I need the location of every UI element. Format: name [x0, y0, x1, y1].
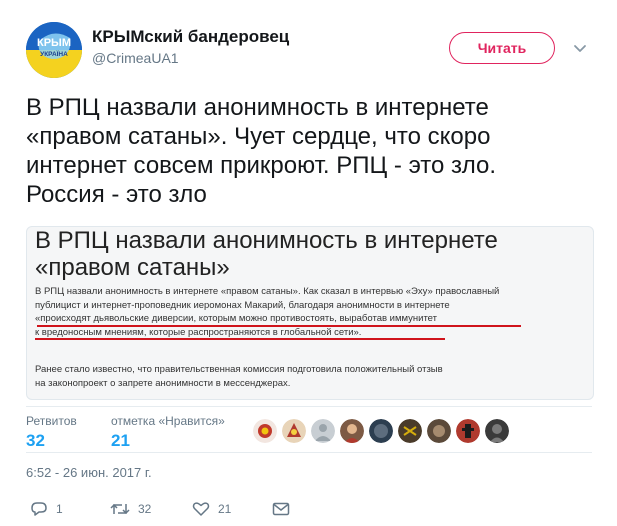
heart-icon — [192, 502, 210, 516]
media-paragraph: В РПЦ назвали анонимность в интернете «п… — [35, 286, 500, 338]
like-button[interactable]: 21 — [192, 500, 231, 518]
like-count: 21 — [218, 502, 232, 516]
retweets-label: Ретвитов — [26, 414, 77, 428]
tweet-container: КРЫМ УКРАЇНА КРЫМский бандеровец @Crimea… — [0, 0, 617, 526]
author-handle[interactable]: @CrimeaUA1 — [92, 50, 179, 66]
avatar[interactable]: КРЫМ УКРАЇНА — [26, 22, 82, 78]
likes-count: 21 — [111, 431, 130, 450]
liker-avatar[interactable] — [398, 419, 422, 443]
divider — [26, 406, 592, 407]
retweet-button[interactable]: 32 — [110, 500, 151, 518]
liker-avatar[interactable] — [340, 419, 364, 443]
author-name[interactable]: КРЫМский бандеровец — [92, 27, 289, 47]
media-headline: В РПЦ назвали анонимность в интернете «п… — [35, 227, 498, 281]
retweets-stat[interactable]: Ретвитов 32 — [26, 414, 77, 451]
reply-count: 1 — [56, 502, 63, 516]
direct-message-button[interactable] — [272, 500, 298, 518]
liker-avatar[interactable] — [369, 419, 393, 443]
liker-avatar[interactable] — [456, 419, 480, 443]
liker-avatar[interactable] — [485, 419, 509, 443]
liker-avatar[interactable] — [282, 419, 306, 443]
liker-avatar[interactable] — [427, 419, 451, 443]
retweets-count: 32 — [26, 431, 45, 450]
chevron-down-icon[interactable] — [572, 40, 588, 56]
retweet-icon — [110, 503, 130, 515]
liker-avatar[interactable] — [253, 419, 277, 443]
tweet-timestamp[interactable]: 6:52 - 26 июн. 2017 г. — [26, 465, 152, 480]
media-underline — [37, 325, 521, 327]
media-underline — [35, 338, 445, 340]
avatar-text-bottom: УКРАЇНА — [40, 50, 68, 58]
likes-label: отметка «Нравится» — [111, 414, 225, 428]
reply-icon — [31, 502, 47, 516]
envelope-icon — [272, 502, 290, 516]
avatar-text-top: КРЫМ — [37, 37, 71, 49]
tweet-text: В РПЦ назвали анонимность в интернете «п… — [26, 94, 497, 208]
likes-stat[interactable]: отметка «Нравится» 21 — [111, 414, 225, 451]
follow-button[interactable]: Читать — [449, 32, 555, 64]
retweet-count: 32 — [138, 502, 152, 516]
liker-avatar[interactable] — [311, 419, 335, 443]
media-paragraph: Ранее стало известно, что правительствен… — [35, 364, 443, 389]
reply-button[interactable]: 1 — [30, 500, 63, 518]
tweet-media-image[interactable]: В РПЦ назвали анонимность в интернете «п… — [26, 226, 594, 400]
divider — [26, 452, 592, 453]
